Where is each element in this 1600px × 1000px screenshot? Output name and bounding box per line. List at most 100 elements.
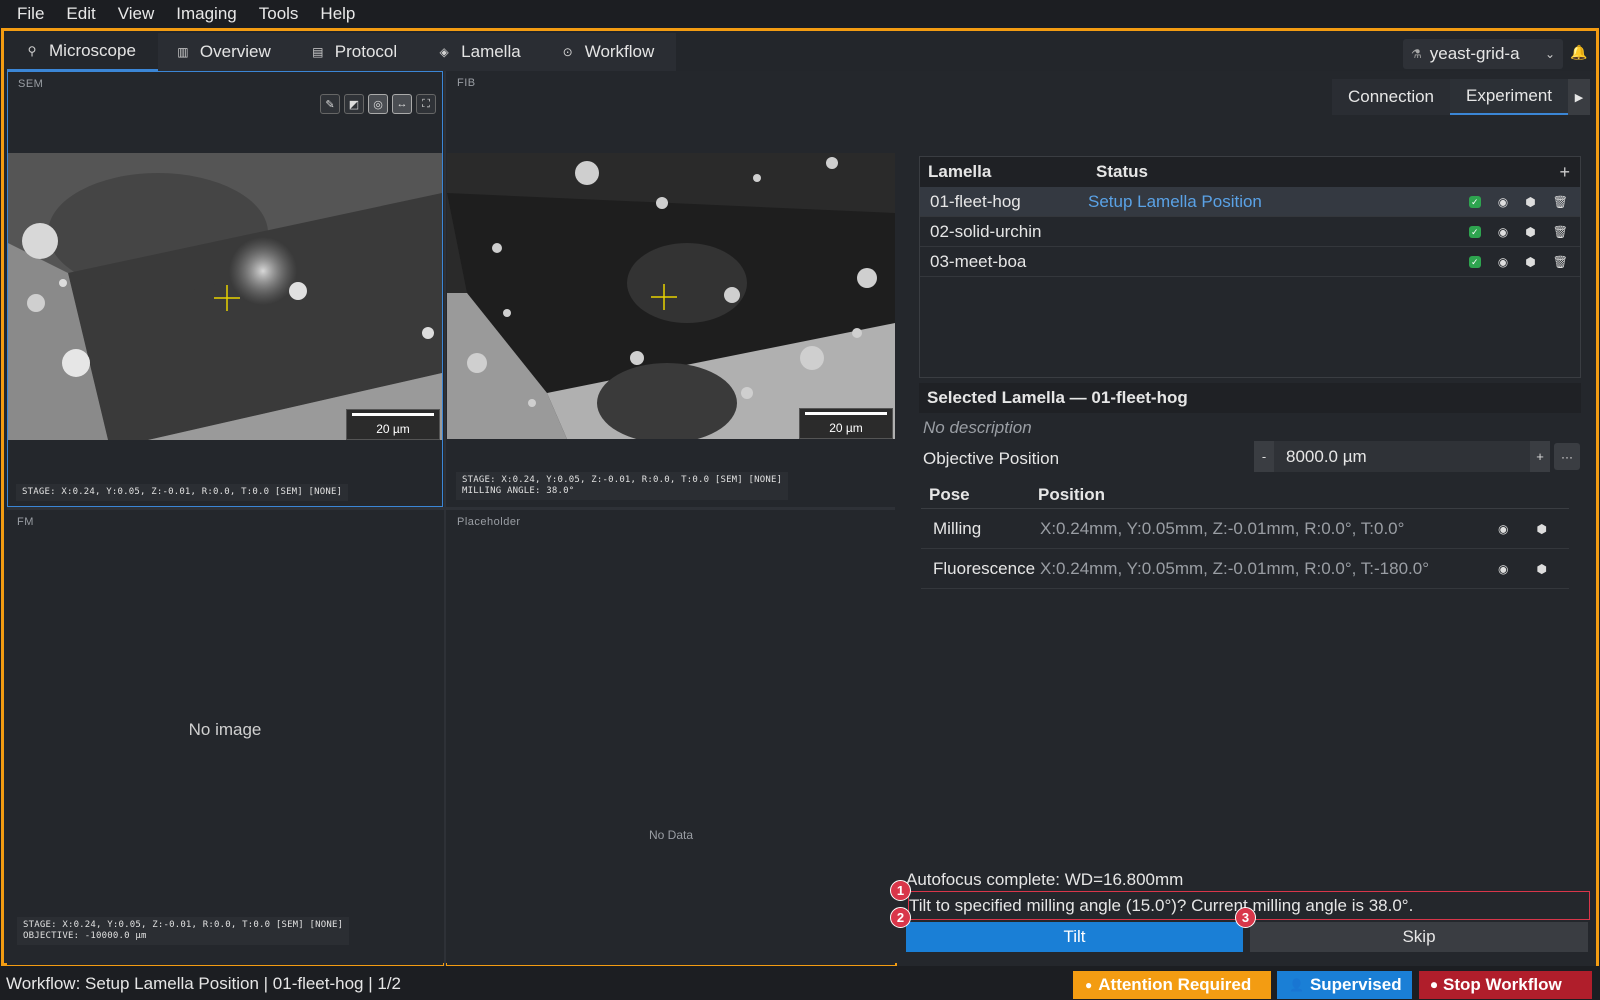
lamella-description[interactable]: No description (923, 418, 1032, 438)
menu-tools[interactable]: Tools (248, 4, 310, 24)
lamella-status: Setup Lamella Position (1088, 191, 1262, 211)
objective-position-input[interactable]: 8000.0 µm (1274, 441, 1530, 472)
grid-selector[interactable]: ⚗ yeast-grid-a ⌄ (1403, 39, 1563, 69)
location-pin-icon[interactable]: ⬢ (1525, 195, 1535, 209)
fit-screen-icon[interactable]: ⛶ (416, 94, 436, 114)
measure-icon[interactable]: ↔ (392, 94, 412, 114)
pose-position: X:0.24mm, Y:0.05mm, Z:-0.01mm, R:0.0°, T… (1040, 518, 1405, 538)
stage-readout: STAGE: X:0.24, Y:0.05, Z:-0.01, R:0.0, T… (17, 917, 350, 945)
play-circle-icon: ⊙ (562, 45, 573, 59)
no-data-label: No Data (648, 828, 694, 842)
target-icon[interactable]: ◉ (1498, 195, 1508, 209)
header-pose: Pose (929, 484, 970, 504)
pose-name: Milling (933, 518, 982, 538)
tab-label: Workflow (584, 42, 655, 61)
target-icon[interactable]: ◉ (1498, 562, 1508, 576)
location-pin-icon[interactable]: ⬢ (1537, 562, 1547, 576)
check-icon[interactable]: ✓ (1468, 226, 1481, 238)
menu-help[interactable]: Help (309, 4, 366, 24)
tab-protocol[interactable]: ▤ Protocol (293, 33, 419, 71)
tab-lamella[interactable]: ◈ Lamella (419, 33, 543, 71)
supervised-label: Supervised (1309, 975, 1402, 994)
stop-icon: ⏺ (1431, 977, 1438, 992)
menu-imaging[interactable]: Imaging (165, 4, 247, 24)
fib-micrograph (447, 153, 895, 439)
grid-selector-value: yeast-grid-a (1429, 44, 1520, 63)
objective-position-label: Objective Position (923, 449, 1060, 468)
scale-bar: 20 µm (799, 408, 893, 439)
attention-required-badge[interactable]: ● Attention Required (1073, 971, 1271, 999)
table-row[interactable]: 02-solid-urchin ✓ ◉ ⬢ 🗑 (920, 217, 1580, 247)
tab-overview[interactable]: ▥ Overview (158, 33, 293, 71)
header-lamella: Lamella (928, 162, 992, 181)
tilt-button[interactable]: Tilt (906, 922, 1243, 952)
chevron-down-icon: ⌄ (1544, 47, 1555, 61)
vertical-splitter[interactable] (444, 71, 446, 966)
stage-readout: STAGE: X:0.24, Y:0.05, Z:-0.01, R:0.0, T… (16, 484, 349, 501)
stop-label: Stop Workflow (1443, 975, 1562, 994)
view-label: FM (17, 516, 34, 528)
supervised-toggle[interactable]: 👤 Supervised (1277, 971, 1412, 999)
layers-icon: ◈ (439, 45, 449, 59)
target-icon[interactable]: ◉ (1498, 225, 1508, 239)
decrement-button[interactable]: - (1254, 441, 1274, 472)
scale-bar-label: 20 µm (829, 421, 863, 435)
main-window-frame: ⚲ Microscope ▥ Overview ▤ Protocol ◈ Lam… (1, 28, 1599, 966)
trash-icon[interactable]: 🗑 (1553, 225, 1568, 239)
menu-view[interactable]: View (107, 4, 166, 24)
more-options-button[interactable]: ··· (1554, 443, 1580, 470)
objective-position-stepper: - 8000.0 µm + ··· (1254, 441, 1580, 472)
no-image-label: No image (188, 720, 262, 739)
sem-image[interactable]: 20 µm (8, 153, 442, 440)
target-icon[interactable]: ◉ (1498, 255, 1508, 269)
fm-view[interactable]: FM No image STAGE: X:0.24, Y:0.05, Z:-0.… (7, 510, 443, 965)
header-position: Position (1038, 484, 1106, 504)
sem-micrograph (8, 153, 442, 440)
menu-edit[interactable]: Edit (55, 4, 106, 24)
location-pin-icon[interactable]: ⬢ (1525, 225, 1535, 239)
skip-button[interactable]: Skip (1250, 922, 1588, 952)
location-pin-icon[interactable]: ⬢ (1525, 255, 1535, 269)
trash-icon[interactable]: 🗑 (1553, 195, 1568, 209)
location-pin-icon[interactable]: ⬢ (1537, 522, 1547, 536)
experiment-panel: Connection Experiment ▶ Lamella Status +… (897, 71, 1596, 966)
crosshair-target-icon[interactable]: ◎ (368, 94, 388, 114)
increment-button[interactable]: + (1530, 441, 1550, 472)
check-icon[interactable]: ✓ (1468, 196, 1481, 208)
fib-image[interactable]: 20 µm (447, 153, 895, 439)
table-row: Fluorescence X:0.24mm, Y:0.05mm, Z:-0.01… (921, 549, 1569, 589)
contrast-icon[interactable]: ◩ (344, 94, 364, 114)
check-icon[interactable]: ✓ (1468, 256, 1481, 268)
stage-line: STAGE: X:0.24, Y:0.05, Z:-0.01, R:0.0, T… (462, 475, 783, 485)
map-icon: ▥ (177, 45, 189, 59)
table-row[interactable]: 03-meet-boa ✓ ◉ ⬢ 🗑 (920, 247, 1580, 277)
workflow-status-text: Workflow: Setup Lamella Position | 01-fl… (6, 974, 402, 993)
menu-file[interactable]: File (6, 4, 55, 24)
scroll-right-icon[interactable]: ▶ (1568, 79, 1590, 115)
tab-microscope[interactable]: ⚲ Microscope (7, 33, 158, 71)
tab-label: Protocol (334, 42, 398, 61)
add-lamella-button[interactable]: + (1559, 162, 1570, 183)
autofocus-message: Autofocus complete: WD=16.800mm (906, 870, 1184, 889)
header-status: Status (1096, 162, 1148, 181)
bell-icon[interactable]: 🔔 (1570, 44, 1587, 61)
target-icon[interactable]: ◉ (1498, 522, 1508, 536)
annotation-badge: 2 (890, 907, 911, 928)
tab-bar: ⚲ Microscope ▥ Overview ▤ Protocol ◈ Lam… (4, 31, 1596, 71)
sem-view[interactable]: SEM ✎ ◩ ◎ ↔ ⛶ 20 µm STAGE: X:0.24, Y:0.0… (7, 71, 443, 507)
table-row[interactable]: 01-fleet-hog Setup Lamella Position ✓ ◉ … (920, 187, 1580, 217)
stop-workflow-button[interactable]: ⏺ Stop Workflow (1419, 971, 1592, 999)
right-tabs: Connection Experiment ▶ (1332, 79, 1590, 115)
tab-connection[interactable]: Connection (1332, 79, 1451, 115)
trash-icon[interactable]: 🗑 (1553, 255, 1568, 269)
tab-workflow[interactable]: ⊙ Workflow (543, 33, 677, 71)
view-toolbar: ✎ ◩ ◎ ↔ ⛶ (320, 94, 436, 114)
lamella-name: 02-solid-urchin (930, 221, 1042, 241)
microscope-icon: ⚲ (27, 44, 37, 58)
tab-label: Overview (199, 42, 271, 61)
fib-view[interactable]: FIB 20 µm STAGE: X:0.24, Y:0.05, Z:-0.01… (447, 71, 895, 507)
view-label: SEM (18, 78, 44, 90)
tab-experiment[interactable]: Experiment (1450, 79, 1568, 115)
pose-position: X:0.24mm, Y:0.05mm, Z:-0.01mm, R:0.0°, T… (1040, 558, 1430, 578)
pencil-icon[interactable]: ✎ (320, 94, 340, 114)
